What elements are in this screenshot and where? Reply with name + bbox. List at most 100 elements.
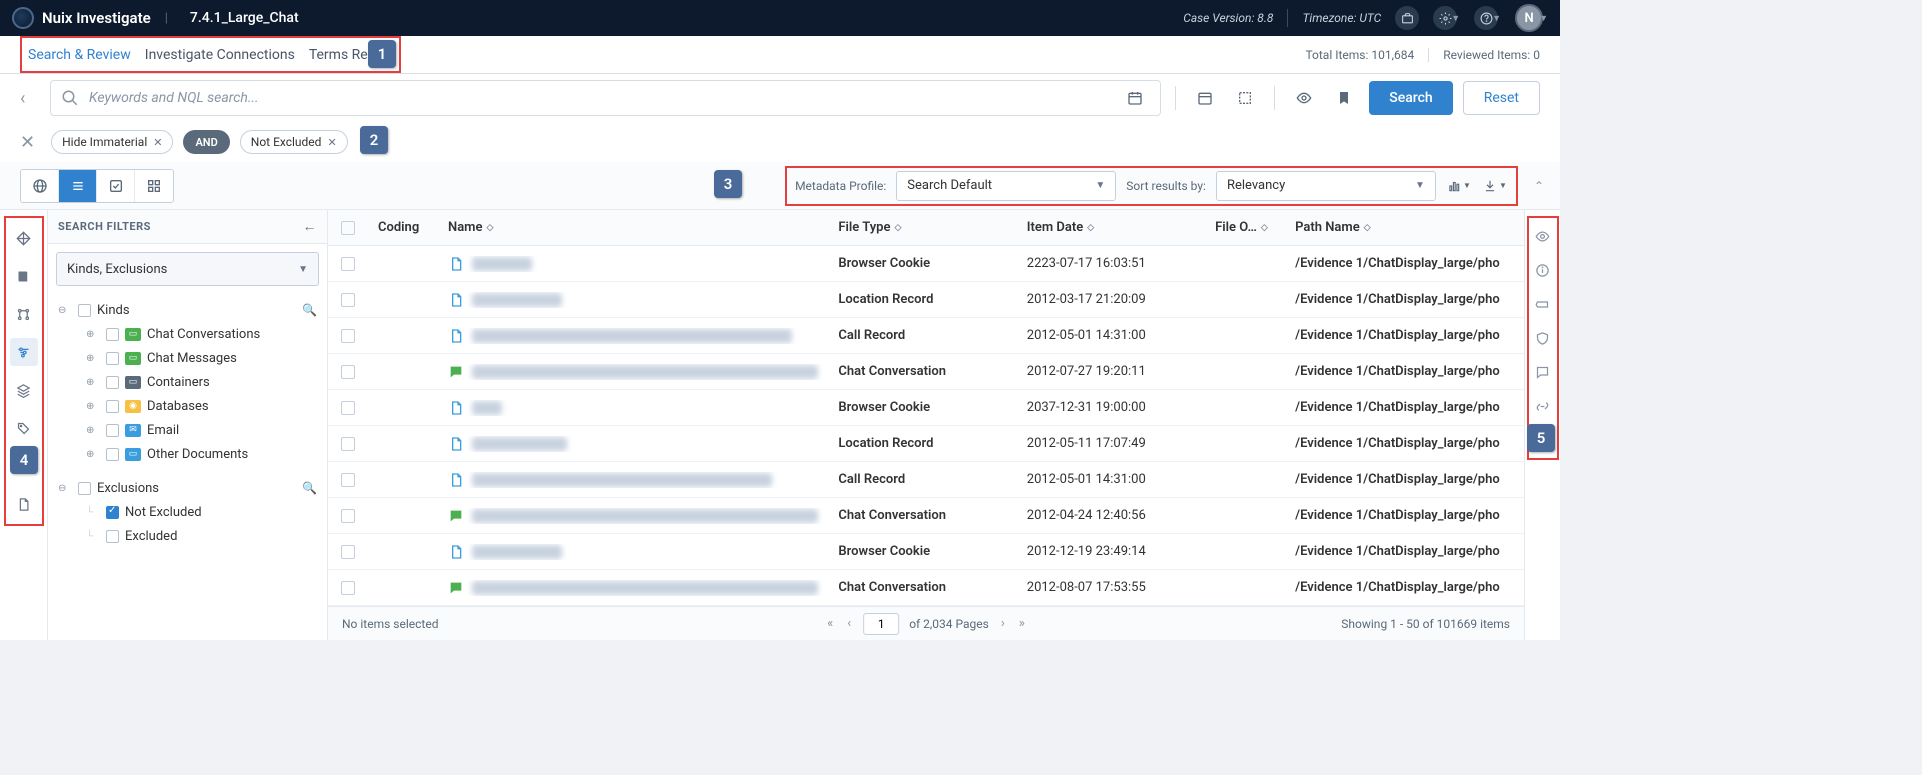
table-row[interactable]: xxxxx Call Record 2012-05-01 14:31:00 /E… [328, 318, 1524, 354]
date-icon[interactable] [1190, 83, 1220, 113]
search-in-group-icon[interactable]: 🔍 [302, 481, 317, 495]
metadata-profile-select[interactable]: Search Default ▼ [896, 171, 1116, 201]
checkbox[interactable] [106, 506, 119, 519]
checkbox[interactable] [106, 376, 119, 389]
row-checkbox[interactable] [341, 437, 355, 451]
last-page-button[interactable]: » [1017, 616, 1027, 631]
chip-remove-icon[interactable]: ✕ [327, 136, 336, 149]
results-body[interactable]: xxxxx Browser Cookie 2223-07-17 16:03:51… [328, 246, 1524, 606]
eye-icon[interactable] [1531, 224, 1555, 248]
row-checkbox[interactable] [341, 581, 355, 595]
tag-label-icon[interactable] [1531, 292, 1555, 316]
prev-page-button[interactable]: ‹ [845, 616, 853, 631]
checkbox[interactable] [106, 328, 119, 341]
view-check-button[interactable] [97, 170, 135, 202]
checkbox[interactable] [106, 424, 119, 437]
col-date-header[interactable]: Item Date◇ [1017, 220, 1205, 235]
checkbox[interactable] [78, 304, 91, 317]
collapse-sidebar-button[interactable]: ← [303, 218, 318, 235]
book-icon[interactable] [10, 262, 38, 290]
row-checkbox[interactable] [341, 365, 355, 379]
row-checkbox[interactable] [341, 401, 355, 415]
row-checkbox[interactable] [341, 293, 355, 307]
move-icon[interactable] [10, 224, 38, 252]
expand-icon[interactable]: ⊕ [86, 377, 100, 388]
back-button[interactable]: ‹ [20, 88, 40, 109]
chip-remove-icon[interactable]: ✕ [153, 136, 162, 149]
table-row[interactable]: xxxxx Location Record 2012-03-17 21:20:0… [328, 282, 1524, 318]
search-input[interactable] [89, 90, 1110, 106]
kind-item[interactable]: ⊕ ✉ Email [86, 418, 317, 442]
table-row[interactable]: xxxxx Chat Conversation 2012-08-07 17:53… [328, 570, 1524, 606]
expand-icon[interactable]: ⊕ [86, 449, 100, 460]
collapse-icon[interactable]: ⊖ [58, 483, 72, 494]
kind-item[interactable]: ⊕ ◉ Databases [86, 394, 317, 418]
kind-item[interactable]: ⊕ ▭ Chat Conversations [86, 322, 317, 346]
row-checkbox[interactable] [341, 329, 355, 343]
tag-icon[interactable] [10, 414, 38, 442]
chart-dropdown-icon[interactable]: ▼ [1446, 173, 1472, 199]
view-grid-button[interactable] [135, 170, 173, 202]
eye-icon[interactable] [1289, 83, 1319, 113]
sort-by-select[interactable]: Relevancy ▼ [1216, 171, 1436, 201]
view-globe-button[interactable] [21, 170, 59, 202]
col-filetype-header[interactable]: File Type◇ [828, 220, 1016, 235]
exclusion-item[interactable]: └ Not Excluded [86, 500, 317, 524]
table-row[interactable]: xxxxx Chat Conversation 2012-04-24 12:40… [328, 498, 1524, 534]
first-page-button[interactable]: « [825, 616, 835, 631]
comment-icon[interactable] [1531, 360, 1555, 384]
kinds-header-row[interactable]: ⊖ Kinds 🔍 [58, 298, 317, 322]
table-row[interactable]: xxxxx Call Record 2012-05-01 14:31:00 /E… [328, 462, 1524, 498]
checkbox[interactable] [106, 352, 119, 365]
row-checkbox[interactable] [341, 545, 355, 559]
table-row[interactable]: xxxxx Browser Cookie 2223-07-17 16:03:51… [328, 246, 1524, 282]
kind-item[interactable]: ⊕ ▭ Chat Messages [86, 346, 317, 370]
col-coding[interactable]: Coding [378, 220, 419, 235]
checkbox[interactable] [78, 482, 91, 495]
page-input[interactable] [863, 613, 899, 635]
tab-investigate-connections[interactable]: Investigate Connections [145, 38, 295, 71]
close-filters-button[interactable]: ✕ [20, 132, 35, 153]
filter-group-select[interactable]: Kinds, Exclusions ▼ [56, 252, 319, 286]
checkbox[interactable] [106, 448, 119, 461]
checkbox[interactable] [106, 530, 119, 543]
selection-icon[interactable] [1230, 83, 1260, 113]
row-checkbox[interactable] [341, 257, 355, 271]
col-path-header[interactable]: Path Name◇ [1285, 220, 1524, 235]
expand-icon[interactable]: ⊕ [86, 425, 100, 436]
filter-chip-not-excluded[interactable]: Not Excluded ✕ [240, 130, 348, 154]
reset-button[interactable]: Reset [1463, 81, 1540, 115]
collapse-icon[interactable]: ⊖ [58, 305, 72, 316]
col-name-header[interactable]: Name◇ [438, 220, 828, 235]
table-row[interactable]: xxxxx Browser Cookie 2037-12-31 19:00:00… [328, 390, 1524, 426]
layers-icon[interactable] [10, 376, 38, 404]
expand-icon[interactable]: ⊕ [86, 353, 100, 364]
search-button[interactable]: Search [1369, 81, 1452, 115]
row-checkbox[interactable] [341, 509, 355, 523]
filter-chip-hide-immaterial[interactable]: Hide Immaterial ✕ [51, 130, 173, 154]
tree-icon[interactable] [10, 300, 38, 328]
collapse-panel-button[interactable]: ⌃ [1526, 179, 1552, 193]
search-in-group-icon[interactable]: 🔍 [302, 303, 317, 317]
chevron-down-icon[interactable]: ▼ [1492, 13, 1501, 24]
calendar-icon[interactable] [1120, 83, 1150, 113]
export-dropdown-icon[interactable]: ▼ [1482, 173, 1508, 199]
briefcase-icon[interactable] [1395, 6, 1419, 30]
tab-search-review[interactable]: Search & Review [28, 38, 131, 71]
table-row[interactable]: xxxxx Location Record 2012-05-11 17:07:4… [328, 426, 1524, 462]
kind-item[interactable]: ⊕ ▭ Other Documents [86, 442, 317, 466]
kind-item[interactable]: ⊕ ▭ Containers [86, 370, 317, 394]
expand-icon[interactable]: ⊕ [86, 401, 100, 412]
link-icon[interactable] [1531, 394, 1555, 418]
row-checkbox[interactable] [341, 473, 355, 487]
expand-icon[interactable]: ⊕ [86, 329, 100, 340]
chevron-down-icon[interactable]: ▼ [1451, 13, 1460, 24]
table-row[interactable]: xxxxx Browser Cookie 2012-12-19 23:49:14… [328, 534, 1524, 570]
col-fileo-header[interactable]: File O…◇ [1205, 220, 1285, 235]
document-icon[interactable] [10, 490, 38, 518]
next-page-button[interactable]: › [999, 616, 1007, 631]
filter-operator-and[interactable]: AND [183, 130, 229, 154]
info-icon[interactable] [1531, 258, 1555, 282]
checkbox[interactable] [106, 400, 119, 413]
bookmark-icon[interactable] [1329, 83, 1359, 113]
